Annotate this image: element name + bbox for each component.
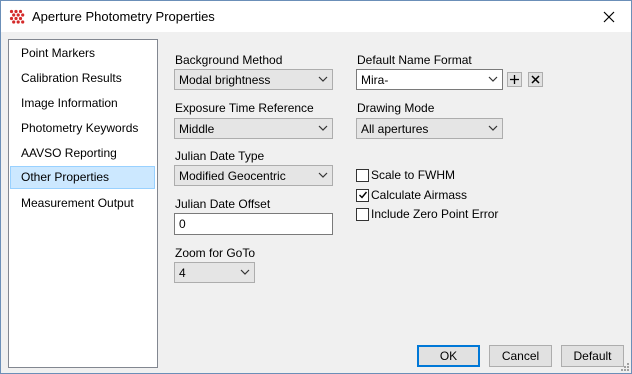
zoom-for-goto-label: Zoom for GoTo: [175, 246, 256, 260]
drawing-mode-value: All apertures: [361, 122, 429, 136]
close-icon: [603, 11, 615, 23]
chevron-down-icon: [488, 76, 498, 82]
category-list: Point Markers Calibration Results Image …: [8, 39, 158, 368]
julian-date-type-select[interactable]: Modified Geocentric: [174, 165, 333, 186]
background-method-label: Background Method: [175, 53, 283, 67]
sidebar-item-other-properties[interactable]: Other Properties: [10, 166, 155, 189]
sidebar-item-photometry-keywords[interactable]: Photometry Keywords: [10, 117, 155, 140]
sidebar-item-image-information[interactable]: Image Information: [10, 92, 155, 115]
add-name-format-button[interactable]: [507, 72, 522, 87]
julian-date-offset-value: 0: [179, 217, 186, 231]
chevron-down-icon: [318, 125, 328, 131]
window-title: Aperture Photometry Properties: [32, 9, 215, 24]
sidebar-item-aavso-reporting[interactable]: AAVSO Reporting: [10, 142, 155, 165]
drawing-mode-select[interactable]: All apertures: [356, 118, 503, 139]
exposure-time-reference-select[interactable]: Middle: [174, 118, 333, 139]
app-icon: [9, 9, 25, 24]
scale-to-fwhm-checkbox[interactable]: Scale to FWHM: [356, 168, 455, 182]
sidebar-item-calibration-results[interactable]: Calibration Results: [10, 67, 155, 90]
plus-icon: [510, 75, 519, 84]
drawing-mode-label: Drawing Mode: [357, 101, 435, 115]
julian-date-offset-label: Julian Date Offset: [175, 197, 271, 211]
default-name-format-label: Default Name Format: [357, 53, 472, 67]
chevron-down-icon: [240, 269, 250, 275]
zoom-for-goto-value: 4: [179, 266, 186, 280]
default-name-format-value: Mira-: [361, 73, 389, 87]
checkbox-box: [356, 188, 369, 202]
title-bar: Aperture Photometry Properties: [1, 1, 631, 32]
julian-date-offset-input[interactable]: 0: [174, 213, 333, 235]
sidebar-item-point-markers[interactable]: Point Markers: [10, 42, 155, 65]
dialog-window: Aperture Photometry Properties Point Mar…: [0, 0, 632, 374]
julian-date-type-value: Modified Geocentric: [179, 169, 286, 183]
chevron-down-icon: [318, 76, 328, 82]
checkbox-box: [356, 207, 369, 221]
remove-name-format-button[interactable]: [528, 72, 543, 87]
exposure-time-reference-label: Exposure Time Reference: [175, 101, 314, 115]
default-name-format-combo[interactable]: Mira-: [356, 69, 503, 90]
background-method-value: Modal brightness: [179, 73, 271, 87]
ok-button[interactable]: OK: [417, 345, 480, 367]
scale-to-fwhm-label: Scale to FWHM: [371, 168, 456, 182]
cancel-button[interactable]: Cancel: [489, 345, 552, 367]
include-zero-point-error-label: Include Zero Point Error: [371, 207, 499, 221]
default-button[interactable]: Default: [561, 345, 624, 367]
calculate-airmass-checkbox[interactable]: Calculate Airmass: [356, 188, 467, 202]
background-method-select[interactable]: Modal brightness: [174, 69, 333, 90]
chevron-down-icon: [488, 125, 498, 131]
exposure-time-reference-value: Middle: [179, 122, 215, 136]
checkmark-icon: [358, 191, 367, 199]
calculate-airmass-label: Calculate Airmass: [371, 188, 468, 202]
close-button[interactable]: [591, 4, 627, 30]
julian-date-type-label: Julian Date Type: [175, 149, 265, 163]
resize-grip-icon[interactable]: [619, 361, 629, 371]
x-icon: [531, 75, 540, 84]
include-zero-point-error-checkbox[interactable]: Include Zero Point Error: [356, 207, 498, 221]
zoom-for-goto-select[interactable]: 4: [174, 262, 255, 283]
sidebar-item-measurement-output[interactable]: Measurement Output: [10, 192, 155, 215]
chevron-down-icon: [318, 172, 328, 178]
checkbox-box: [356, 168, 369, 182]
